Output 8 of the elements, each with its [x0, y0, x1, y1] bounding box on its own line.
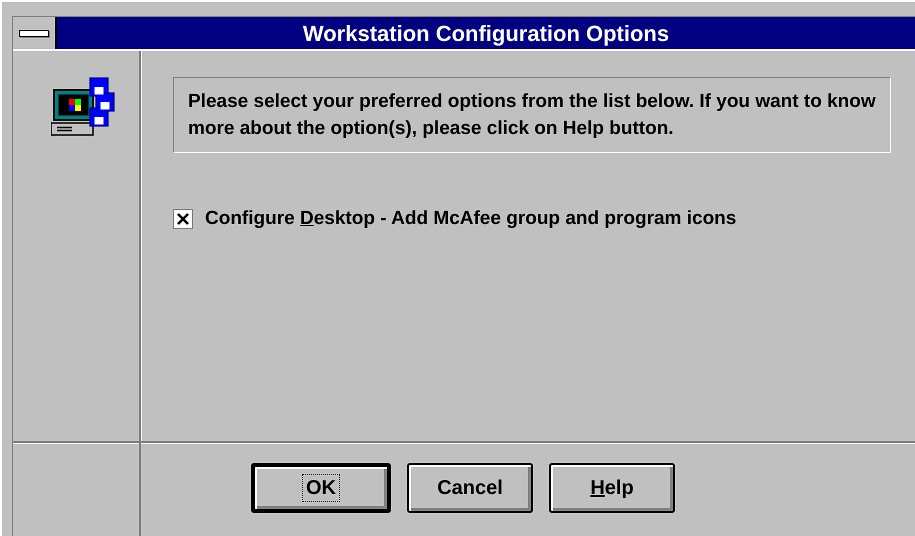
checkbox[interactable]	[173, 209, 193, 230]
dialog-button[interactable]: OK	[251, 463, 391, 513]
dialog-button[interactable]: Cancel	[407, 463, 533, 513]
instruction-text: Please select your preferred options from the list below. If you want to know more about the option(s), please click on Help button.	[173, 77, 891, 153]
window-title: Workstation Configuration Options	[57, 17, 915, 49]
focus-outline: OK	[302, 474, 340, 502]
dialog-button[interactable]: Help	[549, 463, 675, 513]
checkbox-label: Configure Desktop - Add McAfee group and program icons	[205, 207, 736, 231]
